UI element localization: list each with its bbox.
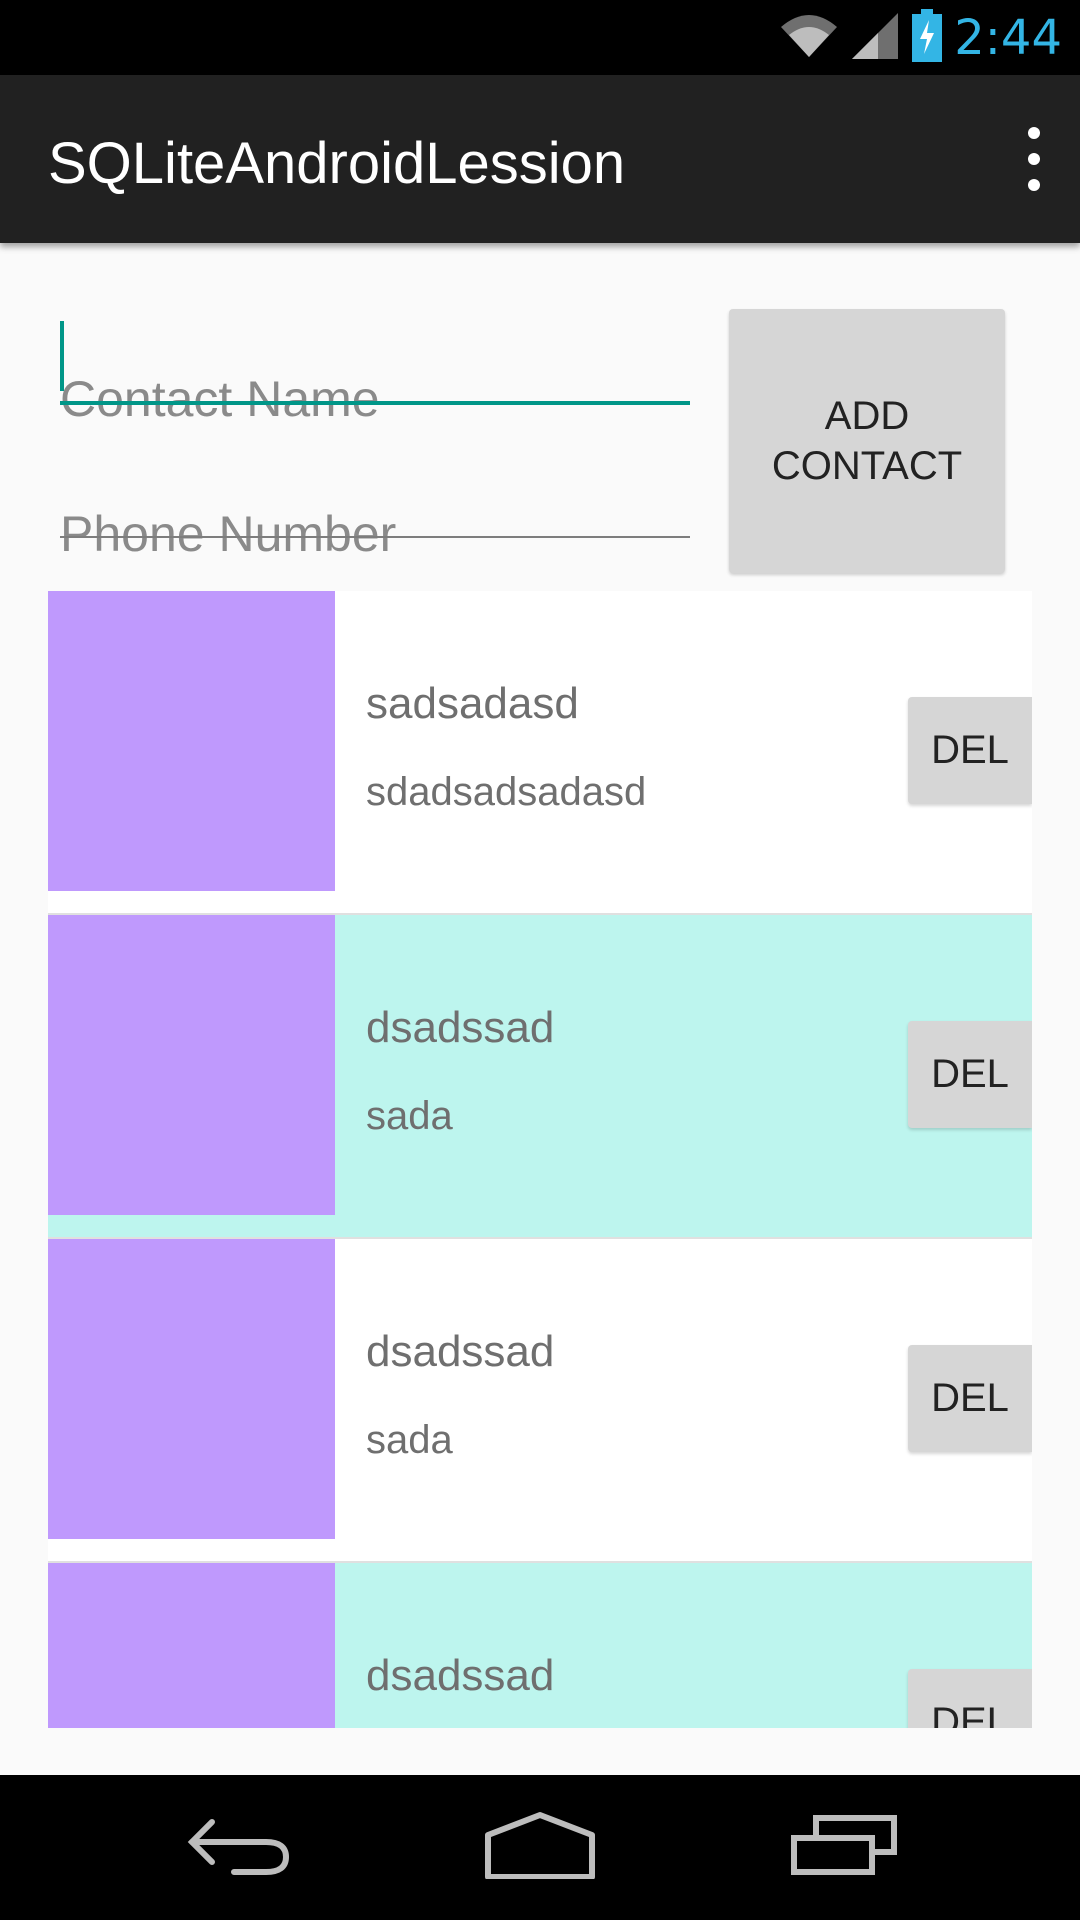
overflow-menu-icon[interactable] [1016,127,1052,191]
recents-button[interactable] [744,1775,944,1920]
row-spacer [48,1539,1032,1563]
status-time: 2:44 [954,10,1062,66]
back-icon [184,1810,294,1885]
back-button[interactable] [139,1775,339,1920]
delete-button[interactable]: DEL [908,697,1032,804]
contact-row[interactable]: dsadssad sada DEL [48,915,1032,1215]
phone-number-underline [60,536,690,538]
menu-dot [1028,127,1040,139]
app-title: SQLiteAndroidLession [48,131,626,196]
status-bar: 2:44 [0,0,1080,75]
contact-row[interactable]: sadsadasd sdadsadsadasd DEL [48,591,1032,891]
contact-name: dsadssad [366,1651,555,1700]
status-icons: 2:44 [778,8,1062,68]
signal-icon [850,11,900,66]
contact-row[interactable]: dsadssad DEL [48,1563,1032,1728]
contact-avatar [48,591,335,891]
contact-name-underline [60,401,690,405]
delete-button[interactable]: DEL [908,1669,1032,1728]
battery-charging-icon [910,8,944,69]
contact-row[interactable]: dsadssad sada DEL [48,1239,1032,1539]
contact-name: sadsadasd [366,679,579,728]
contact-phone: sada [366,1418,453,1462]
delete-button[interactable]: DEL [908,1021,1032,1128]
wifi-icon [778,11,840,66]
contact-avatar [48,1239,335,1539]
text-cursor [60,321,64,391]
contact-avatar [48,915,335,1215]
home-button[interactable] [440,1775,640,1920]
home-icon [482,1811,598,1884]
phone-number-input[interactable] [60,494,690,574]
contact-name-input[interactable] [60,359,690,439]
contact-phone: sada [366,1094,453,1138]
add-label-line-1: ADD [824,394,910,438]
navigation-bar [0,1775,1080,1920]
main-content: ADD CONTACT sadsadasd sdadsadsadasd DEL … [0,243,1080,1775]
row-spacer [48,1215,1032,1239]
delete-button[interactable]: DEL [908,1345,1032,1452]
app-bar: SQLiteAndroidLession [0,75,1080,243]
contact-avatar [48,1563,335,1728]
contact-name: dsadssad [366,1327,555,1376]
add-contact-button[interactable]: ADD CONTACT [729,309,1005,573]
row-spacer [48,891,1032,915]
contact-list[interactable]: sadsadasd sdadsadsadasd DEL dsadssad sad… [48,591,1032,1728]
recents-icon [790,1814,898,1881]
add-label-line-2: CONTACT [771,444,963,488]
contact-name: dsadssad [366,1003,555,1052]
menu-dot [1028,153,1040,165]
contact-phone: sdadsadsadasd [366,770,647,814]
menu-dot [1028,179,1040,191]
add-contact-label: ADD CONTACT [772,391,962,491]
